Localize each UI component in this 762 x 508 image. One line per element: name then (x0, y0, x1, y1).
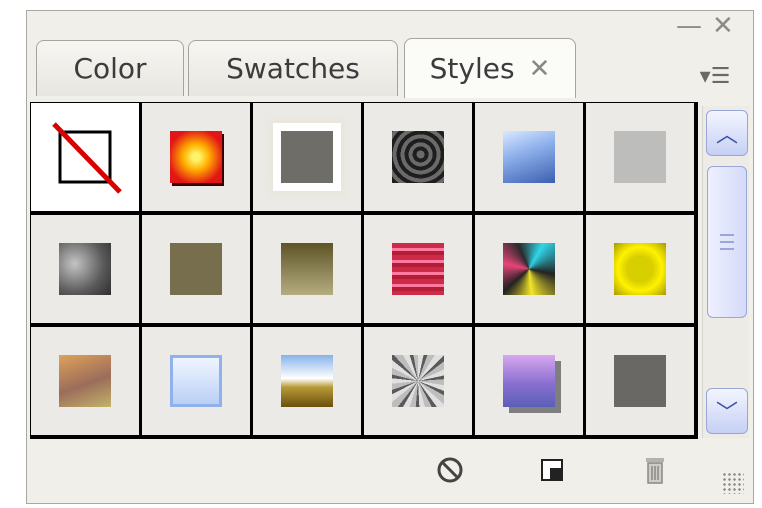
tab-styles[interactable]: Styles ✕ (404, 38, 576, 98)
style-preview-blue-gloss (503, 131, 555, 183)
break-link-icon (437, 457, 463, 483)
style-swatch[interactable] (364, 103, 472, 211)
style-preview-smoky-gray (59, 243, 111, 295)
style-preview-purple-shadow (503, 355, 555, 407)
grip-icon (720, 234, 734, 250)
scroll-thumb[interactable] (707, 166, 747, 318)
style-preview-gray-glow (281, 131, 333, 183)
tab-label: Color (73, 52, 147, 85)
style-preview-noise (392, 355, 444, 407)
style-swatch[interactable] (586, 215, 694, 323)
style-preview-dark-gray (614, 355, 666, 407)
panel-menu-button[interactable]: ▾☰ (693, 62, 737, 90)
style-swatch[interactable] (475, 327, 583, 435)
style-swatch[interactable] (142, 327, 250, 435)
style-preview-light-blue (170, 355, 222, 407)
style-swatch[interactable] (31, 215, 139, 323)
tab-color[interactable]: Color (36, 40, 184, 96)
none-style-icon (52, 122, 122, 194)
style-preview-olive-gradient (281, 243, 333, 295)
style-swatch[interactable] (364, 215, 472, 323)
tab-label: Swatches (226, 52, 360, 85)
chevron-up-icon: ︿ (715, 123, 738, 148)
panel-footer (30, 442, 748, 498)
style-preview-landscape (281, 355, 333, 407)
style-preview-abstract (503, 243, 555, 295)
scroll-down-button[interactable]: ﹀ (706, 388, 748, 434)
style-preview-yellow-gloss (614, 243, 666, 295)
trash-icon (646, 458, 664, 484)
style-swatch[interactable] (31, 327, 139, 435)
style-preview-red-glow (170, 131, 222, 183)
resize-grip-icon[interactable] (722, 472, 744, 494)
style-grid (30, 102, 698, 439)
style-swatch[interactable] (253, 103, 361, 211)
style-swatch[interactable] (142, 103, 250, 211)
break-link-button[interactable] (430, 450, 470, 490)
style-swatch[interactable] (364, 327, 472, 435)
style-swatch[interactable] (253, 327, 361, 435)
tab-strip: Color Swatches Styles ✕ (36, 38, 754, 98)
new-style-button[interactable] (532, 450, 572, 490)
chevron-down-icon: ﹀ (715, 401, 738, 426)
close-panel-button[interactable]: ✕ (712, 13, 734, 39)
style-swatch[interactable] (586, 327, 694, 435)
delete-style-button[interactable] (635, 450, 675, 490)
close-tab-icon[interactable]: ✕ (529, 54, 551, 84)
style-preview-olive (170, 243, 222, 295)
new-style-icon (541, 459, 563, 481)
style-swatch[interactable] (586, 103, 694, 211)
style-swatch[interactable] (475, 103, 583, 211)
minimize-button[interactable]: — (676, 13, 702, 39)
style-preview-light-gray (614, 131, 666, 183)
scroll-up-button[interactable]: ︿ (706, 110, 748, 156)
style-preview-sunset (59, 355, 111, 407)
style-preview-dark-spiral (392, 131, 444, 183)
tab-swatches[interactable]: Swatches (188, 40, 398, 96)
style-swatch[interactable] (142, 215, 250, 323)
tab-label: Styles (429, 52, 515, 85)
style-swatch[interactable] (475, 215, 583, 323)
style-swatch-none[interactable] (31, 103, 139, 211)
style-preview-red-stripes (392, 243, 444, 295)
style-swatch[interactable] (253, 215, 361, 323)
vertical-scrollbar[interactable]: ︿ ﹀ (702, 106, 749, 438)
